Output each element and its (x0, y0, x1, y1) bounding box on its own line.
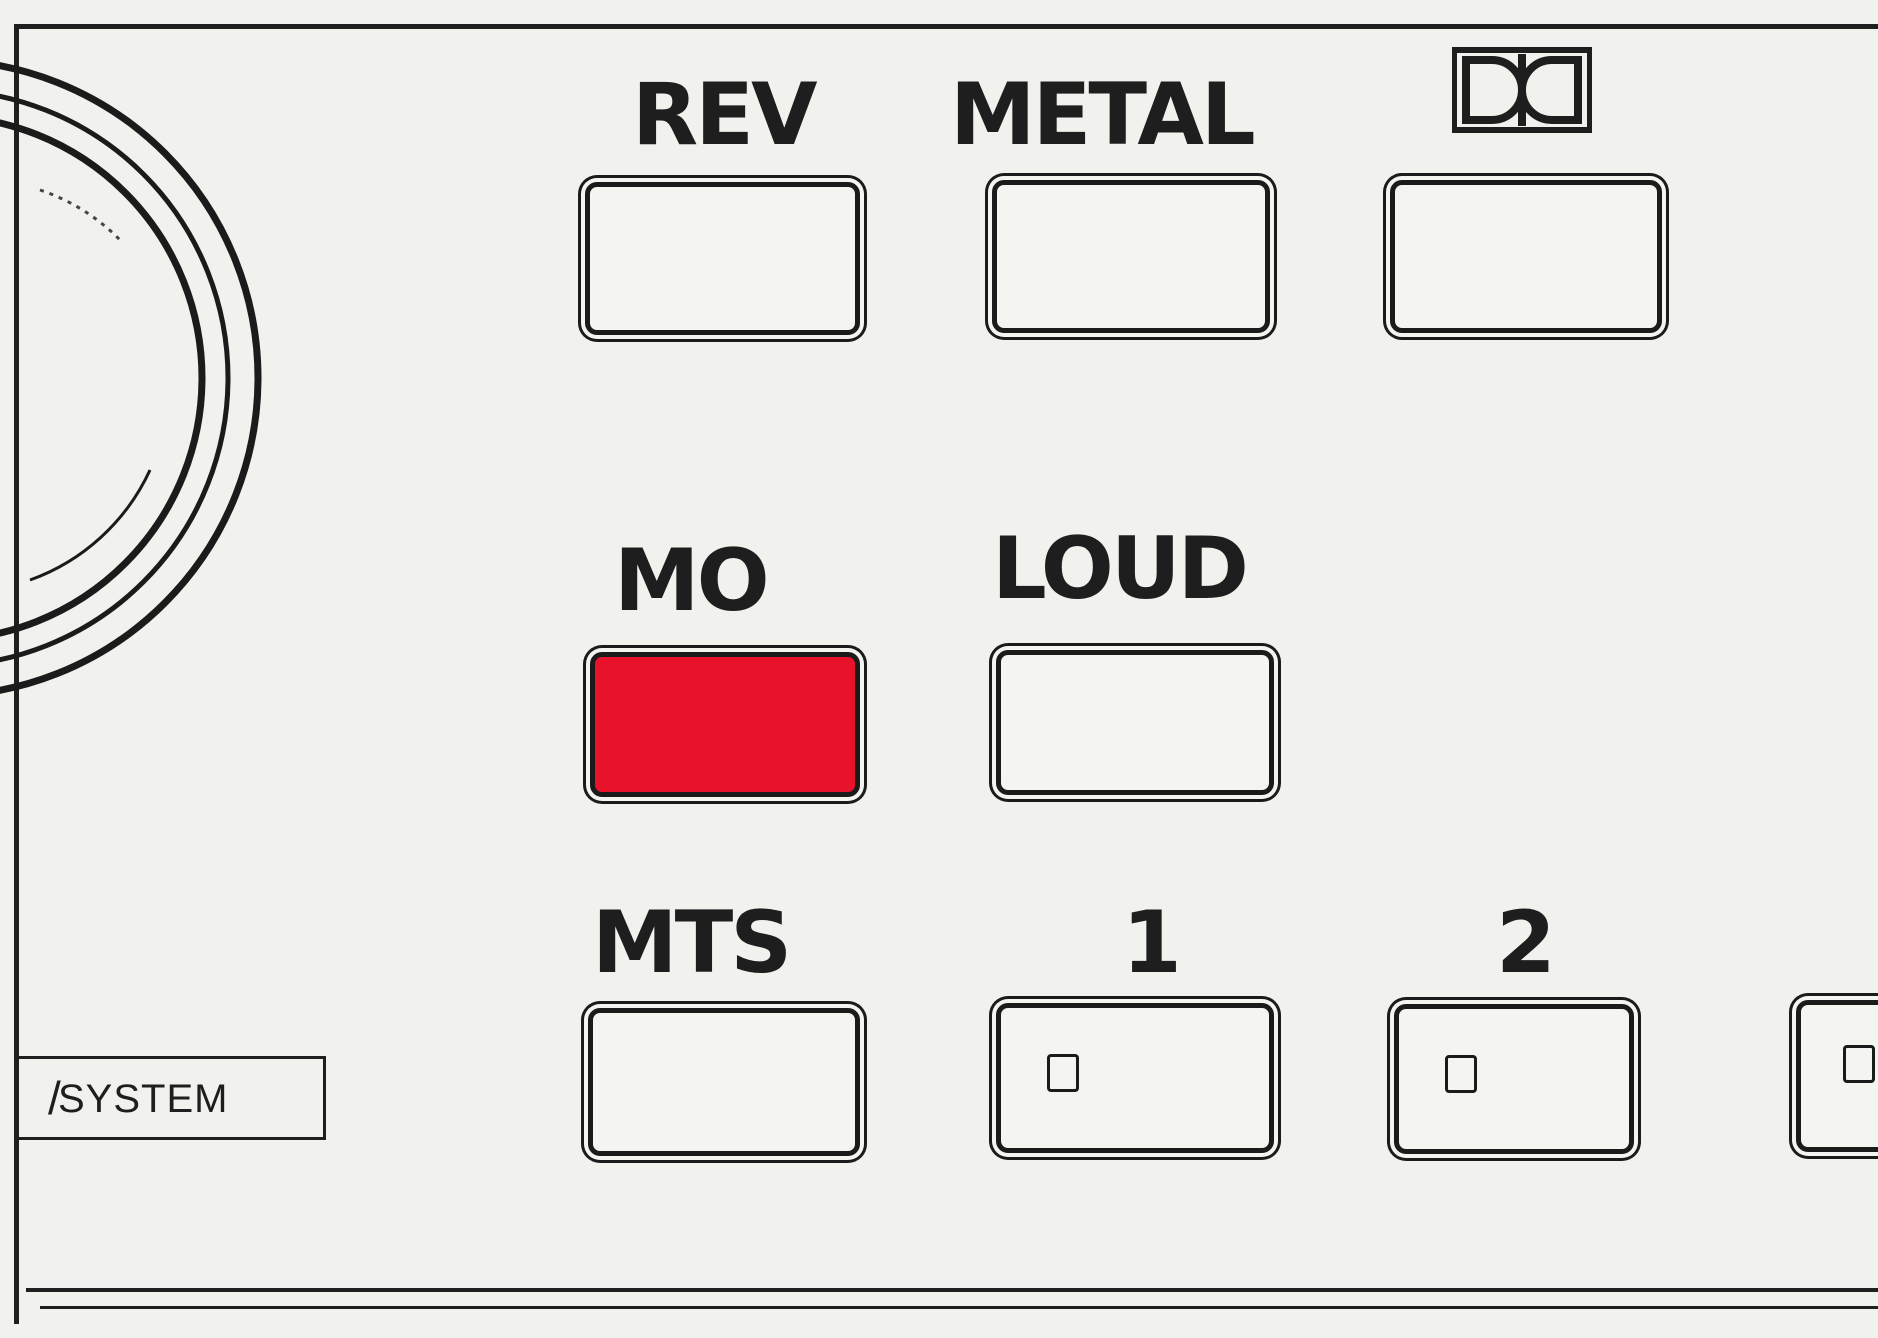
panel-edge-line-inner (40, 1306, 1878, 1309)
dolby-button[interactable] (1390, 180, 1662, 333)
panel-edge-line (26, 1288, 1878, 1292)
channel-1-label: 1 (1122, 893, 1182, 993)
channel-3-indicator (1843, 1045, 1875, 1083)
channel-1-button[interactable] (996, 1003, 1274, 1153)
metal-label: METAL (950, 65, 1256, 165)
channel-2-label: 2 (1496, 893, 1556, 993)
channel-3-button-partial[interactable] (1796, 1000, 1878, 1152)
mts-button[interactable] (588, 1008, 860, 1156)
rev-button[interactable] (585, 182, 860, 335)
channel-2-indicator (1445, 1055, 1477, 1093)
channel-2-button[interactable] (1394, 1004, 1634, 1154)
loud-button[interactable] (996, 650, 1274, 795)
mo-label: MO (614, 531, 770, 631)
loud-label: LOUD (992, 519, 1249, 619)
cropped-glyph: / (48, 1072, 62, 1124)
dolby-double-d-icon (1452, 47, 1592, 133)
system-label: SYSTEM (58, 1077, 229, 1121)
mts-label: MTS (592, 893, 792, 993)
mo-button[interactable] (590, 652, 860, 797)
metal-button[interactable] (992, 180, 1270, 333)
rev-label: REV (632, 65, 818, 165)
system-label-box: / SYSTEM (14, 1056, 326, 1140)
channel-1-indicator (1047, 1054, 1079, 1092)
volume-knob[interactable] (0, 0, 280, 720)
